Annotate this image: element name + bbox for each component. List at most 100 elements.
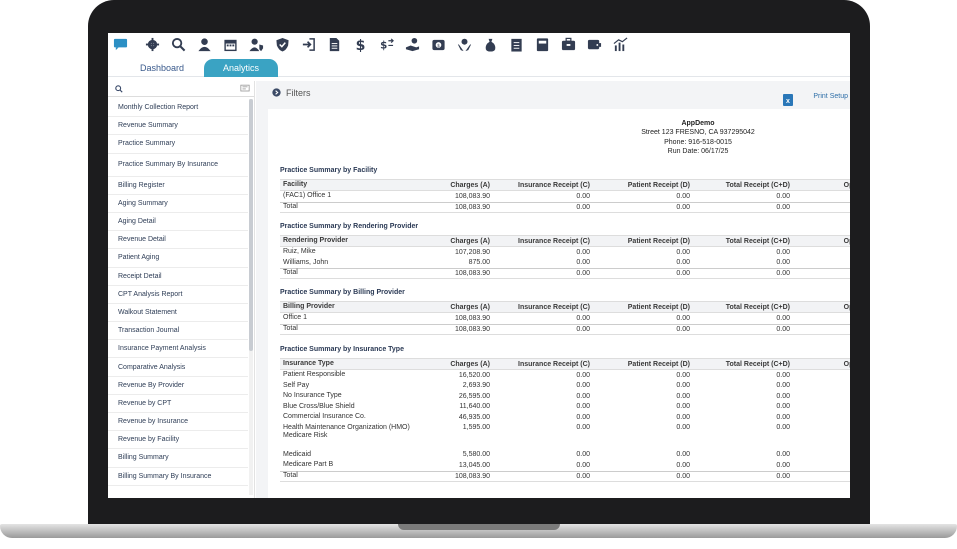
document-icon[interactable] [322,34,346,54]
sidebar-item[interactable]: Insurance Payment Analysis [108,340,248,359]
table-cell: 0.00 [676,314,690,322]
column-header[interactable]: Billing Provider [280,303,415,312]
sidebar-item[interactable]: Revenue Summary [108,117,248,136]
table-cell: 0.00 [676,382,690,390]
sidebar-item[interactable]: Aging Detail [108,213,248,232]
table-cell: 0.00 [676,192,690,200]
column-header[interactable]: Total Receipt (C+D) [690,304,790,311]
sidebar-item[interactable]: Revenue by Insurance [108,413,248,432]
column-header[interactable]: Total Receipt (C+D) [690,182,790,189]
sidebar-item[interactable]: Practice Summary By Insurance [108,154,248,177]
table-cell: 0.00 [776,371,790,379]
column-header[interactable]: Oper [790,182,850,189]
briefcase-icon[interactable] [556,34,580,54]
sidebar-item[interactable]: Patient Aging [108,249,248,268]
table-cell: 0.00 [776,423,790,431]
clear-filter-icon[interactable] [240,80,250,98]
summary-table: Billing Provider Charges (A) Insurance Rec… [280,301,850,335]
money-bag-icon[interactable] [478,34,502,54]
column-header[interactable]: Oper [790,238,850,245]
sidebar-item[interactable]: Aging Summary [108,195,248,213]
table-cell: 1,595.00 [462,423,490,431]
column-header[interactable]: Patient Receipt (D) [590,304,690,311]
sidebar-item[interactable]: Revenue By Provider [108,377,248,395]
column-header[interactable]: Facility [280,181,415,190]
table-cell: 0.00 [576,392,590,400]
column-header[interactable]: Patient Receipt (D) [590,182,690,189]
user-icon[interactable] [192,34,216,54]
report-header: AppDemo Street 123 FRESNO, CA 937295042 … [608,119,788,157]
dollar-arrows-icon[interactable]: $ [374,34,398,54]
dollar-icon[interactable]: $ [348,34,372,54]
gear-icon[interactable] [140,34,164,54]
shield-check-icon[interactable] [270,34,294,54]
book-icon[interactable] [530,34,554,54]
column-header[interactable]: Total Receipt (C+D) [690,361,790,368]
column-header[interactable]: Oper [790,304,850,311]
tab-dashboard[interactable]: Dashboard [124,59,200,77]
svg-text:x: x [786,98,790,105]
sidebar-item[interactable]: Monthly Collection Report [108,99,248,118]
sidebar-item[interactable]: Receipt Detail [108,268,248,286]
column-header[interactable]: Charges (A) [415,304,490,311]
excel-export-icon[interactable]: x [783,93,793,106]
table-header: Facility Charges (A) Insurance Receipt (C)… [280,179,850,191]
sidebar-item[interactable]: Billing Register [108,177,248,195]
column-header[interactable]: Charges (A) [415,238,490,245]
sidebar-item[interactable]: Comparative Analysis [108,358,248,377]
sidebar-item[interactable]: Revenue by CPT [108,395,248,413]
hands-dollar-icon[interactable] [452,34,476,54]
column-header[interactable]: Insurance Receipt (C) [490,182,590,189]
table-cell: 0.00 [776,413,790,421]
clipboard-list-icon[interactable] [504,34,528,54]
sidebar-item[interactable]: Practice Summary [108,135,248,154]
table-cell: 0.00 [776,451,790,459]
table-cell: 0.00 [776,192,790,200]
money-box-icon[interactable]: $ [426,34,450,54]
sidebar-item[interactable]: Revenue Detail [108,231,248,250]
table-cell: 0.00 [776,203,790,211]
table-cell: 108,083.90 [454,472,490,480]
filters-toggle[interactable]: Filters [256,81,850,105]
sign-in-icon[interactable] [296,34,320,54]
tab-analytics[interactable]: Analytics [204,59,278,77]
column-header[interactable]: Total Receipt (C+D) [690,238,790,245]
wallet-icon[interactable] [582,34,606,54]
table-cell: 5,580.00 [462,451,490,459]
calendar-icon[interactable] [218,34,242,54]
sidebar-search[interactable] [108,81,254,97]
print-setup-link[interactable]: Print Setup [813,93,848,100]
sidebar-scrollbar[interactable] [249,99,253,495]
column-header[interactable]: Insurance Receipt (C) [490,361,590,368]
sidebar-item[interactable]: CPT Analysis Report [108,286,248,304]
column-header[interactable]: Insurance Type [280,360,415,369]
table-header: Rendering Provider Charges (A) Insurance R… [280,235,850,247]
sidebar-item[interactable]: Walkout Statement [108,304,248,323]
column-header[interactable]: Charges (A) [415,182,490,189]
search-icon[interactable] [115,80,123,98]
svg-text:$: $ [355,38,365,52]
table-cell: 0.00 [776,259,790,267]
chat-icon[interactable] [108,34,132,54]
report-document: AppDemo Street 123 FRESNO, CA 937295042 … [268,109,850,498]
sidebar-item[interactable]: Revenue by Facility [108,431,248,450]
user-shield-icon[interactable] [244,34,268,54]
column-header[interactable]: Insurance Receipt (C) [490,238,590,245]
scrollbar-thumb[interactable] [249,99,253,351]
table-cell: 108,083.90 [454,314,490,322]
sidebar-item[interactable]: Transaction Journal [108,322,248,341]
bar-chart-icon[interactable] [608,34,632,54]
table-cell: 0.00 [676,270,690,277]
search-icon[interactable] [166,34,190,54]
org-phone: Phone: 916-518-0015 [664,138,732,146]
column-header[interactable]: Patient Receipt (D) [590,361,690,368]
column-header[interactable]: Charges (A) [415,361,490,368]
hand-money-icon[interactable] [400,34,424,54]
table-cell: 0.00 [776,461,790,469]
column-header[interactable]: Insurance Receipt (C) [490,304,590,311]
column-header[interactable]: Rendering Provider [280,237,415,246]
column-header[interactable]: Oper [790,361,850,368]
sidebar-item[interactable]: Billing Summary By Insurance [108,468,248,486]
column-header[interactable]: Patient Receipt (D) [590,238,690,245]
sidebar-item[interactable]: Billing Summary [108,449,248,468]
